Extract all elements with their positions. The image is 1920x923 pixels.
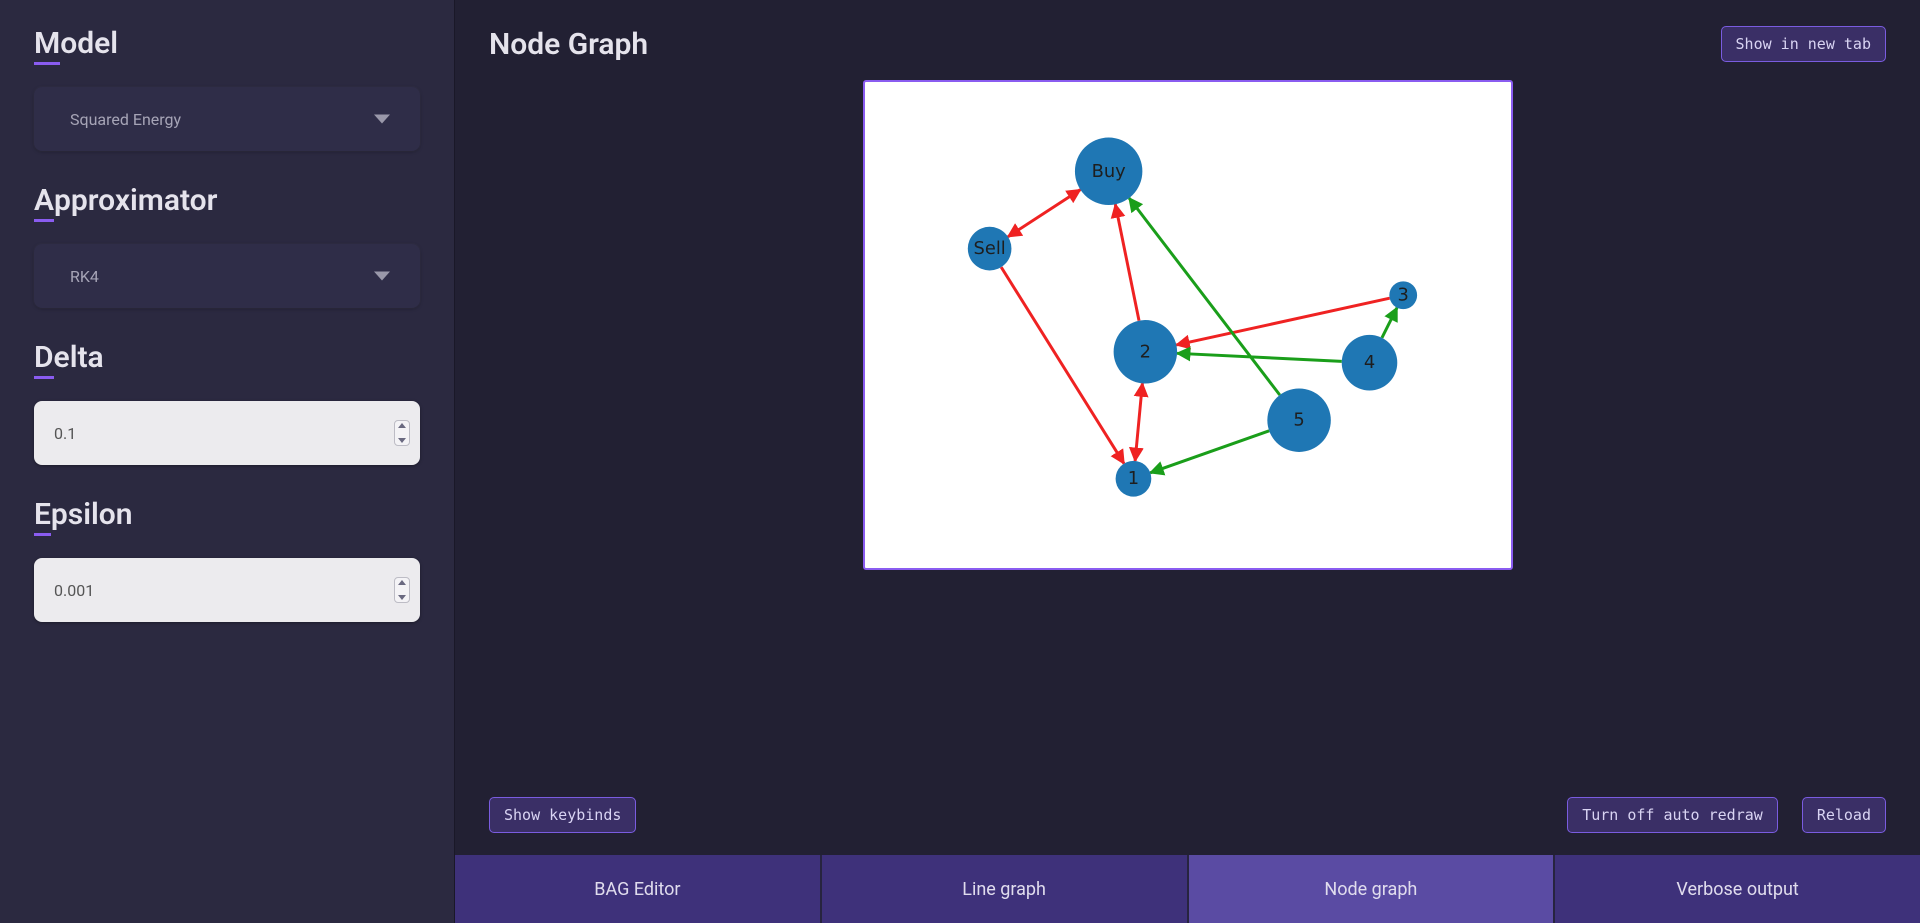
delta-input-wrap xyxy=(34,401,420,465)
graph-node-label: 5 xyxy=(1293,410,1304,431)
approximator-field: Approximator RK4 xyxy=(34,183,420,308)
delta-field: Delta xyxy=(34,340,420,465)
graph-edge xyxy=(1001,267,1124,463)
action-row: Show keybinds Turn off auto redraw Reloa… xyxy=(455,779,1920,855)
show-keybinds-button[interactable]: Show keybinds xyxy=(489,797,636,833)
epsilon-input-wrap xyxy=(34,558,420,622)
tab-verbose-output[interactable]: Verbose output xyxy=(1555,855,1920,923)
model-select[interactable]: Squared Energy xyxy=(34,87,420,151)
approximator-select-value: RK4 xyxy=(70,267,99,286)
toggle-auto-redraw-button[interactable]: Turn off auto redraw xyxy=(1567,797,1778,833)
graph-node-label: 1 xyxy=(1127,468,1138,489)
epsilon-field: Epsilon xyxy=(34,497,420,622)
show-in-new-tab-button[interactable]: Show in new tab xyxy=(1721,26,1886,62)
bottom-tabs: BAG Editor Line graph Node graph Verbose… xyxy=(455,855,1920,923)
graph-node-label: 2 xyxy=(1139,341,1150,362)
model-field: Model Squared Energy xyxy=(34,26,420,151)
app-root: Model Squared Energy Approximator RK4 De… xyxy=(0,0,1920,923)
epsilon-stepper[interactable] xyxy=(394,577,410,603)
tab-line-graph[interactable]: Line graph xyxy=(822,855,1189,923)
graph-node-label: 4 xyxy=(1363,352,1374,373)
graph-edge xyxy=(1177,353,1342,361)
graph-node-label: Buy xyxy=(1091,161,1126,182)
stepper-up-icon xyxy=(398,423,406,428)
graph-edge xyxy=(1150,431,1269,473)
epsilon-input[interactable] xyxy=(54,581,376,600)
approximator-label: Approximator xyxy=(34,183,420,222)
delta-input[interactable] xyxy=(54,424,376,443)
page-title: Node Graph xyxy=(489,27,648,62)
stepper-down-icon xyxy=(398,595,406,600)
graph-edge xyxy=(1381,308,1396,338)
graph-node-label: Sell xyxy=(973,238,1005,259)
graph-edge xyxy=(1115,204,1139,320)
stepper-down-icon xyxy=(398,438,406,443)
reload-button[interactable]: Reload xyxy=(1802,797,1886,833)
graph-edge xyxy=(1135,383,1142,461)
right-buttons: Turn off auto redraw Reload xyxy=(1567,797,1886,833)
graph-edge xyxy=(1007,190,1079,237)
stepper-up-icon xyxy=(398,580,406,585)
node-graph-canvas[interactable]: Buy Sell 2 3 4 5 1 xyxy=(863,80,1513,570)
tab-node-graph[interactable]: Node graph xyxy=(1189,855,1556,923)
approximator-select[interactable]: RK4 xyxy=(34,244,420,308)
settings-sidebar: Model Squared Energy Approximator RK4 De… xyxy=(0,0,455,923)
delta-label: Delta xyxy=(34,340,420,379)
canvas-area: Buy Sell 2 3 4 5 1 xyxy=(455,80,1920,779)
model-select-value: Squared Energy xyxy=(70,110,181,129)
graph-node-label: 3 xyxy=(1397,285,1408,306)
chevron-down-icon xyxy=(374,272,390,281)
chevron-down-icon xyxy=(374,115,390,124)
main-header: Node Graph Show in new tab xyxy=(455,0,1920,80)
tab-bag-editor[interactable]: BAG Editor xyxy=(455,855,822,923)
model-label: Model xyxy=(34,26,420,65)
main-panel: Node Graph Show in new tab BuySell23451 … xyxy=(455,0,1920,923)
delta-stepper[interactable] xyxy=(394,420,410,446)
epsilon-label: Epsilon xyxy=(34,497,420,536)
